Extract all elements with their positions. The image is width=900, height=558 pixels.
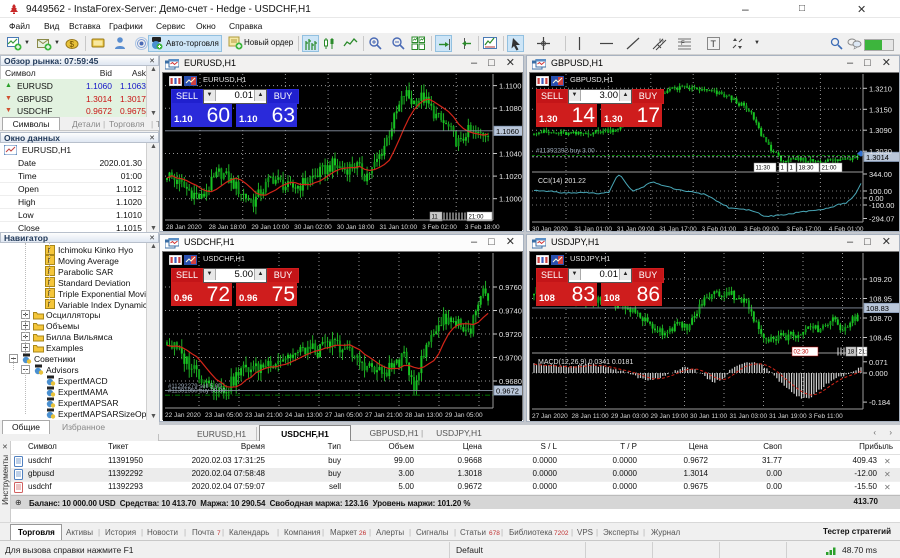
svg-text:108.70: 108.70 (869, 314, 892, 323)
svg-text:1.1020: 1.1020 (499, 172, 522, 181)
svg-text:3 Feb 11:00: 3 Feb 11:00 (809, 413, 844, 420)
svg-text:29 Jan 19:00: 29 Jan 19:00 (651, 413, 689, 420)
svg-text:108.95: 108.95 (869, 295, 892, 304)
svg-text:28 Jan 11:00: 28 Jan 11:00 (572, 413, 609, 420)
svg-text:1.3150: 1.3150 (869, 105, 892, 114)
svg-text:02:30: 02:30 (794, 349, 810, 355)
svg-text:31 Jan 19:00: 31 Jan 19:00 (769, 413, 807, 420)
svg-text:108.45: 108.45 (869, 334, 892, 343)
svg-text:#11392292 buy 3.00: #11392292 buy 3.00 (536, 147, 595, 154)
svg-text:0.9760: 0.9760 (499, 283, 522, 292)
svg-text:31 Jan 01:00: 31 Jan 01:00 (574, 226, 612, 231)
svg-text:28 Jan 18:00: 28 Jan 18:00 (209, 224, 247, 231)
svg-text:3 Feb 02:00: 3 Feb 02:00 (422, 224, 457, 231)
svg-text:#11391950 buy 99.00: #11391950 buy 99.00 (168, 389, 226, 395)
svg-text:MACD(12,26,9) 0.0341 0.0181: MACD(12,26,9) 0.0341 0.0181 (538, 359, 633, 366)
svg-text:4 Feb 01:00: 4 Feb 01:00 (829, 226, 864, 231)
svg-text:3 Feb 17:00: 3 Feb 17:00 (786, 226, 821, 231)
svg-text:1.1040: 1.1040 (499, 150, 522, 159)
svg-text:3 Feb 18:00: 3 Feb 18:00 (465, 224, 500, 231)
svg-text:1.1000: 1.1000 (499, 195, 522, 204)
svg-text:11: 11 (432, 214, 439, 220)
svg-text:-294.07: -294.07 (869, 215, 894, 224)
svg-text:3 Feb 01:00: 3 Feb 01:00 (702, 226, 737, 231)
svg-text:27 Jan 2020: 27 Jan 2020 (532, 413, 568, 420)
svg-text:22 Jan 2020: 22 Jan 2020 (165, 412, 201, 419)
svg-text:0.9740: 0.9740 (499, 307, 522, 316)
svg-text:3 Feb 09:00: 3 Feb 09:00 (744, 226, 779, 231)
svg-text:344.00: 344.00 (869, 170, 892, 179)
svg-text:29 Jan 05:00: 29 Jan 05:00 (445, 412, 483, 419)
svg-text:27 Jan 21:00: 27 Jan 21:00 (365, 412, 403, 419)
svg-text:11:30: 11:30 (756, 165, 771, 171)
svg-text:30 Jan 02:00: 30 Jan 02:00 (294, 224, 332, 231)
svg-text:30 Jan 18:00: 30 Jan 18:00 (337, 224, 375, 231)
svg-text:-100.00: -100.00 (869, 201, 894, 210)
svg-text:0.071: 0.071 (869, 358, 888, 367)
svg-text:108.83: 108.83 (866, 304, 889, 313)
svg-text:28 Jan 2020: 28 Jan 2020 (166, 224, 202, 231)
svg-text:%: % (659, 39, 665, 45)
svg-text:23 Jan 21:00: 23 Jan 21:00 (245, 412, 283, 419)
svg-text:F: F (681, 41, 685, 47)
svg-text:1.3090: 1.3090 (869, 126, 892, 135)
svg-text:0.000: 0.000 (869, 369, 888, 378)
svg-text:0.9700: 0.9700 (499, 354, 522, 363)
svg-text:27 Jan 05:00: 27 Jan 05:00 (325, 412, 363, 419)
svg-text:30 Jan 11:00: 30 Jan 11:00 (690, 413, 727, 420)
svg-text:29 Jan 03:00: 29 Jan 03:00 (611, 413, 649, 420)
svg-text:1.3030: 1.3030 (869, 147, 892, 156)
svg-text:0.9672: 0.9672 (496, 386, 519, 395)
svg-text:18:30: 18:30 (799, 165, 815, 171)
svg-text:29 Jan 10:00: 29 Jan 10:00 (251, 224, 289, 231)
svg-text:0.9680: 0.9680 (499, 377, 522, 386)
svg-text:0.9720: 0.9720 (499, 330, 522, 339)
svg-text:18: 18 (848, 349, 855, 355)
svg-text:23 Jan 05:00: 23 Jan 05:00 (205, 412, 243, 419)
svg-text:30 Jan 2020: 30 Jan 2020 (532, 226, 568, 231)
svg-text:T: T (711, 39, 717, 49)
svg-text:31 Jan 03:00: 31 Jan 03:00 (730, 413, 768, 420)
svg-text:-0.184: -0.184 (869, 398, 890, 407)
svg-text:31 Jan 09:00: 31 Jan 09:00 (617, 226, 655, 231)
svg-text:21:00: 21:00 (469, 214, 485, 220)
svg-text:31 Jan 17:00: 31 Jan 17:00 (659, 226, 697, 231)
svg-text:1.1060: 1.1060 (496, 127, 519, 136)
svg-text:1.1080: 1.1080 (499, 104, 522, 113)
svg-text:21:00: 21:00 (822, 165, 838, 171)
svg-text:109.20: 109.20 (869, 275, 892, 284)
svg-text:24 Jan 13:00: 24 Jan 13:00 (285, 412, 323, 419)
svg-text:31 Jan 10:00: 31 Jan 10:00 (380, 224, 418, 231)
svg-text:$: $ (70, 40, 75, 49)
svg-text:CCI(14) 201.22: CCI(14) 201.22 (538, 178, 586, 185)
svg-text:28 Jan 13:00: 28 Jan 13:00 (405, 412, 443, 419)
